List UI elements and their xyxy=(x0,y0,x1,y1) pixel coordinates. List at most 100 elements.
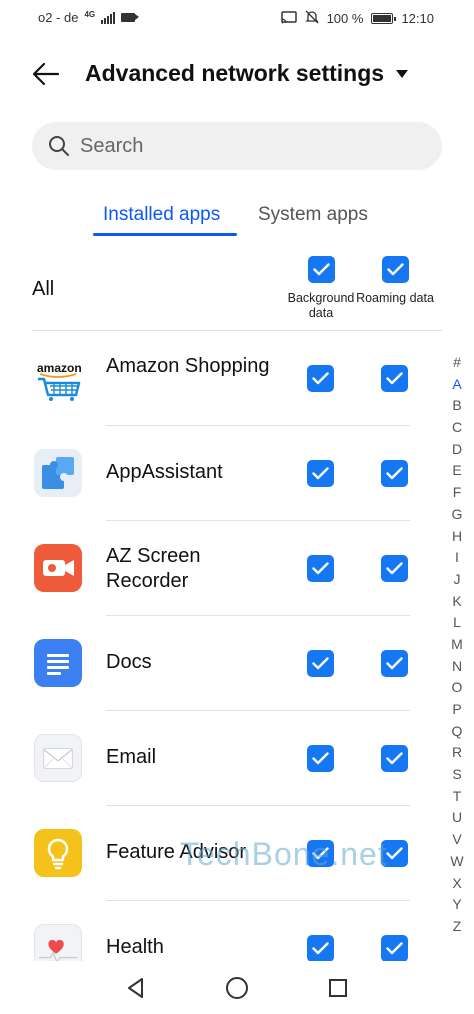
background-data-label: Background data xyxy=(287,291,355,320)
alpha-index-letter[interactable]: P xyxy=(448,699,466,721)
checkmark-icon xyxy=(386,847,403,860)
list-item: amazon Amazon Shopping xyxy=(0,331,474,426)
envelope-icon xyxy=(34,734,82,782)
checkmark-icon xyxy=(386,467,403,480)
tab-system-apps[interactable]: System apps xyxy=(258,204,368,226)
active-tab-indicator xyxy=(93,233,237,236)
search-input[interactable] xyxy=(80,134,410,158)
arrow-left-icon xyxy=(32,62,60,86)
checkmark-icon xyxy=(312,657,329,670)
cast-icon xyxy=(280,10,297,27)
app-name: AZ Screen Recorder xyxy=(106,545,201,592)
background-checkbox[interactable] xyxy=(307,840,334,867)
alpha-index-letter[interactable]: O xyxy=(448,677,466,699)
search-icon xyxy=(49,136,69,156)
all-label: All xyxy=(32,278,55,300)
roaming-checkbox[interactable] xyxy=(381,650,408,677)
alpha-index-letter[interactable]: Y xyxy=(448,894,466,916)
alpha-index-letter[interactable]: J xyxy=(448,569,466,591)
alpha-index-letter[interactable]: # xyxy=(448,352,466,374)
roaming-checkbox[interactable] xyxy=(381,745,408,772)
list-item: AZ Screen Recorder xyxy=(0,521,474,616)
video-camera-icon xyxy=(34,544,82,592)
nav-recents-button[interactable] xyxy=(324,974,352,1002)
checkmark-icon xyxy=(386,942,403,955)
list-item: AppAssistant xyxy=(0,426,474,521)
roaming-checkbox[interactable] xyxy=(381,365,408,392)
app-name: Health xyxy=(106,936,164,958)
alpha-index-letter[interactable]: H xyxy=(448,526,466,548)
navigation-bar xyxy=(0,962,474,1014)
alpha-index-letter[interactable]: R xyxy=(448,742,466,764)
alpha-index-letter[interactable]: A xyxy=(448,374,466,396)
alpha-index-letter[interactable]: U xyxy=(448,807,466,829)
alpha-index-letter[interactable]: F xyxy=(448,482,466,504)
all-apps-row: All Background data Roaming data xyxy=(0,250,474,330)
nav-back-button[interactable] xyxy=(122,974,150,1002)
alpha-index-letter[interactable]: S xyxy=(448,764,466,786)
list-item: Email xyxy=(0,711,474,806)
app-list: amazon Amazon Shopping AppAssistant AZ S… xyxy=(0,331,474,961)
puzzle-icon xyxy=(34,449,82,497)
search-bar[interactable] xyxy=(32,122,442,170)
alpha-index-letter[interactable]: C xyxy=(448,417,466,439)
status-bar: o2 - de 4G 100 % 12:10 xyxy=(0,0,474,36)
all-roaming-checkbox[interactable] xyxy=(381,256,409,283)
alpha-index-letter[interactable]: K xyxy=(448,591,466,613)
roaming-checkbox[interactable] xyxy=(381,460,408,487)
background-checkbox[interactable] xyxy=(307,650,334,677)
title-dropdown[interactable]: Advanced network settings xyxy=(85,60,409,87)
background-checkbox[interactable] xyxy=(307,365,334,392)
alpha-index-letter[interactable]: T xyxy=(448,786,466,808)
checkmark-icon xyxy=(312,847,329,860)
alphabet-index[interactable]: # A B C D E F G H I J K L M N O P Q R S T U V W X Y Z xyxy=(448,352,466,938)
heart-icon xyxy=(34,924,82,961)
battery-icon xyxy=(371,13,397,24)
alpha-index-letter[interactable]: I xyxy=(448,547,466,569)
circle-home-icon xyxy=(226,977,248,999)
alpha-index-letter[interactable]: B xyxy=(448,395,466,417)
checkmark-icon xyxy=(386,263,404,276)
checkmark-icon xyxy=(386,752,403,765)
clock: 12:10 xyxy=(401,11,434,26)
checkmark-icon xyxy=(312,752,329,765)
checkmark-icon xyxy=(312,263,330,276)
roaming-checkbox[interactable] xyxy=(381,555,408,582)
alpha-index-letter[interactable]: Q xyxy=(448,721,466,743)
list-item: Health xyxy=(0,901,474,961)
back-button[interactable] xyxy=(28,56,64,92)
header: Advanced network settings xyxy=(0,48,474,100)
alpha-index-letter[interactable]: V xyxy=(448,829,466,851)
app-name: Amazon Shopping xyxy=(106,355,270,377)
roaming-checkbox[interactable] xyxy=(381,840,408,867)
background-checkbox[interactable] xyxy=(307,935,334,961)
alpha-index-letter[interactable]: N xyxy=(448,656,466,678)
app-name: AppAssistant xyxy=(106,461,223,483)
all-background-checkbox[interactable] xyxy=(307,256,335,283)
roaming-checkbox[interactable] xyxy=(381,935,408,961)
list-item: Feature Advisor xyxy=(0,806,474,901)
list-item: Docs xyxy=(0,616,474,711)
alpha-index-letter[interactable]: W xyxy=(448,851,466,873)
background-data-column: Background data xyxy=(279,256,363,321)
alpha-index-letter[interactable]: E xyxy=(448,460,466,482)
app-name: Docs xyxy=(106,651,152,673)
alpha-index-letter[interactable]: X xyxy=(448,873,466,895)
alpha-index-letter[interactable]: G xyxy=(448,504,466,526)
nav-home-button[interactable] xyxy=(223,974,251,1002)
status-right: 100 % 12:10 xyxy=(280,10,434,27)
roaming-data-label: Roaming data xyxy=(356,291,434,305)
roaming-data-column: Roaming data xyxy=(353,256,437,306)
alpha-index-letter[interactable]: M xyxy=(448,634,466,656)
checkmark-icon xyxy=(386,657,403,670)
background-checkbox[interactable] xyxy=(307,745,334,772)
alpha-index-letter[interactable]: D xyxy=(448,439,466,461)
tab-installed-apps[interactable]: Installed apps xyxy=(103,204,220,226)
checkmark-icon xyxy=(312,467,329,480)
page-title: Advanced network settings xyxy=(85,60,385,86)
alpha-index-letter[interactable]: Z xyxy=(448,916,466,938)
alpha-index-letter[interactable]: L xyxy=(448,612,466,634)
background-checkbox[interactable] xyxy=(307,460,334,487)
background-checkbox[interactable] xyxy=(307,555,334,582)
amazon-icon: amazon xyxy=(34,355,82,403)
